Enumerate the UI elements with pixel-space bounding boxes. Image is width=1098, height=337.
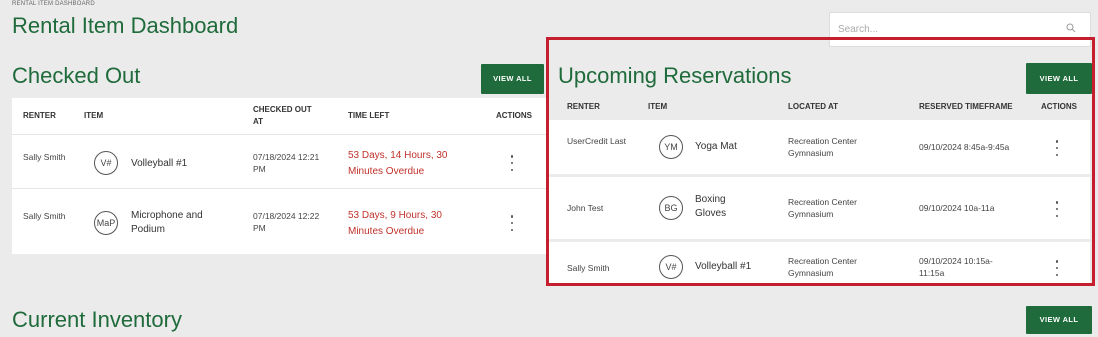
reservations-title: Upcoming Reservations (558, 63, 792, 88)
col-actions: ACTIONS (496, 111, 532, 120)
reserved-timeframe: 09/10/2024 8:45a-9:45a (919, 142, 1010, 152)
item-name: Volleyball #1 (131, 158, 188, 169)
search-input[interactable] (838, 24, 1058, 35)
item-name: Volleyball #1 (695, 261, 752, 272)
item-badge: BG (659, 196, 683, 220)
table-row[interactable]: John Test BG Boxing Gloves Recreation Ce… (548, 177, 1090, 239)
search-icon[interactable] (1066, 23, 1076, 33)
checked-out-view-all-button[interactable]: VIEW ALL (481, 64, 544, 94)
renter-name: John Test (567, 203, 604, 213)
item-badge: MaP (94, 211, 118, 235)
row-actions-icon[interactable] (1052, 201, 1062, 217)
item-name: Microphone and Podium (131, 210, 203, 235)
page-title: Rental Item Dashboard (12, 13, 239, 38)
reserved-timeframe: 09/10/2024 10a-11a (919, 203, 995, 213)
renter-name: Sally Smith (23, 152, 66, 162)
renter-name: UserCredit Last (567, 136, 627, 146)
time-left: 53 Days, 14 Hours, 30 Minutes Overdue (348, 150, 448, 177)
col-actions: ACTIONS (1041, 102, 1077, 111)
checked-out-time: 07/18/2024 12:22 PM (253, 211, 320, 233)
col-item: ITEM (84, 111, 104, 120)
col-reserved-timeframe: RESERVED TIMEFRAME (919, 102, 1013, 111)
time-left: 53 Days, 9 Hours, 30 Minutes Overdue (348, 210, 442, 237)
col-time-left: TIME LEFT (348, 111, 390, 120)
inventory-view-all-button[interactable]: VIEW ALL (1026, 306, 1092, 334)
breadcrumb: RENTAL ITEM DASHBOARD (12, 1, 95, 7)
divider (12, 188, 546, 189)
location: Recreation Center Gymnasium (788, 136, 857, 158)
search-box[interactable] (829, 12, 1091, 47)
checked-out-table: RENTER ITEM CHECKED OUT AT TIME LEFT ACT… (12, 98, 546, 254)
col-located-at: LOCATED AT (788, 102, 839, 111)
item-badge: YM (659, 135, 683, 159)
checked-out-time: 07/18/2024 12:21 PM (253, 152, 320, 174)
col-renter: RENTER (23, 111, 56, 120)
item-badge: V# (659, 255, 683, 279)
row-actions-icon[interactable] (1052, 260, 1062, 276)
location: Recreation Center Gymnasium (788, 256, 857, 278)
reserved-timeframe: 09/10/2024 10:15a-11:15a (919, 256, 993, 278)
item-name: Yoga Mat (695, 141, 737, 152)
renter-name: Sally Smith (23, 211, 66, 221)
row-actions-icon[interactable] (507, 155, 517, 171)
table-row[interactable]: UserCredit Last YM Yoga Mat Recreation C… (548, 120, 1090, 174)
reservations-header: RENTER ITEM LOCATED AT RESERVED TIMEFRAM… (548, 95, 1090, 119)
location: Recreation Center Gymnasium (788, 197, 857, 219)
row-actions-icon[interactable] (1052, 140, 1062, 156)
row-actions-icon[interactable] (507, 215, 517, 231)
checked-out-title: Checked Out (12, 63, 141, 88)
item-name: Boxing Gloves (695, 194, 727, 219)
table-row[interactable]: Sally Smith V# Volleyball #1 Recreation … (548, 242, 1090, 284)
col-checked-out-at: CHECKED OUT AT (253, 105, 312, 126)
col-item: ITEM (648, 102, 668, 111)
renter-name: Sally Smith (567, 263, 610, 273)
reservations-view-all-button[interactable]: VIEW ALL (1026, 63, 1092, 94)
col-renter: RENTER (567, 102, 600, 111)
inventory-title: Current Inventory (12, 307, 182, 332)
divider (12, 134, 546, 135)
item-badge: V# (94, 151, 118, 175)
